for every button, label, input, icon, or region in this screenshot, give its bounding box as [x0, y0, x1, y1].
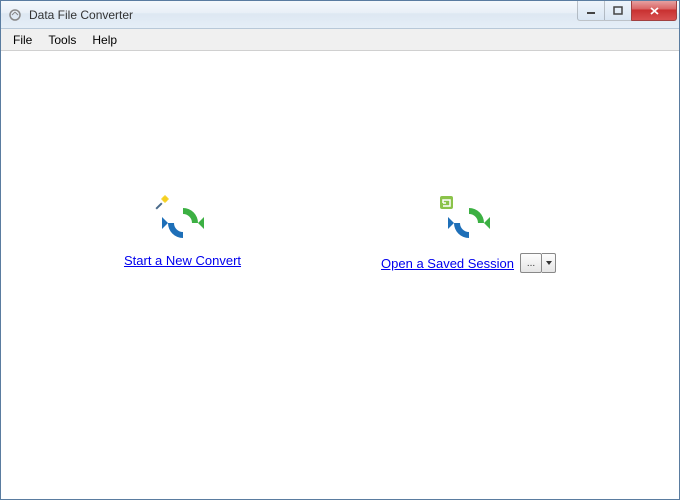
open-session-dropdown: ...	[520, 253, 556, 273]
minimize-button[interactable]	[577, 1, 605, 21]
main-actions: Start a New Convert	[1, 199, 679, 273]
new-convert-link[interactable]: Start a New Convert	[124, 253, 241, 268]
open-session-icon	[445, 199, 493, 247]
menubar: File Tools Help	[1, 29, 679, 51]
content-area: Start a New Convert	[1, 51, 679, 499]
titlebar: Data File Converter	[1, 1, 679, 29]
close-button[interactable]	[631, 1, 677, 21]
menu-help[interactable]: Help	[84, 31, 125, 49]
minimize-icon	[586, 6, 596, 16]
new-convert-action: Start a New Convert	[124, 199, 241, 273]
window-title: Data File Converter	[29, 8, 578, 22]
menu-file[interactable]: File	[5, 31, 40, 49]
open-session-action: Open a Saved Session ...	[381, 199, 556, 273]
more-button[interactable]: ...	[520, 253, 542, 273]
open-session-link[interactable]: Open a Saved Session	[381, 256, 514, 271]
wand-icon	[153, 195, 167, 209]
maximize-icon	[613, 6, 623, 16]
open-session-row: Open a Saved Session ...	[381, 253, 556, 273]
app-window: Data File Converter File Tools Help	[0, 0, 680, 500]
app-icon	[7, 7, 23, 23]
new-convert-icon	[159, 199, 207, 247]
dropdown-arrow-button[interactable]	[542, 253, 556, 273]
menu-tools[interactable]: Tools	[40, 31, 84, 49]
window-controls	[578, 1, 677, 21]
maximize-button[interactable]	[604, 1, 632, 21]
folder-open-icon	[439, 195, 453, 209]
close-icon	[649, 6, 660, 16]
